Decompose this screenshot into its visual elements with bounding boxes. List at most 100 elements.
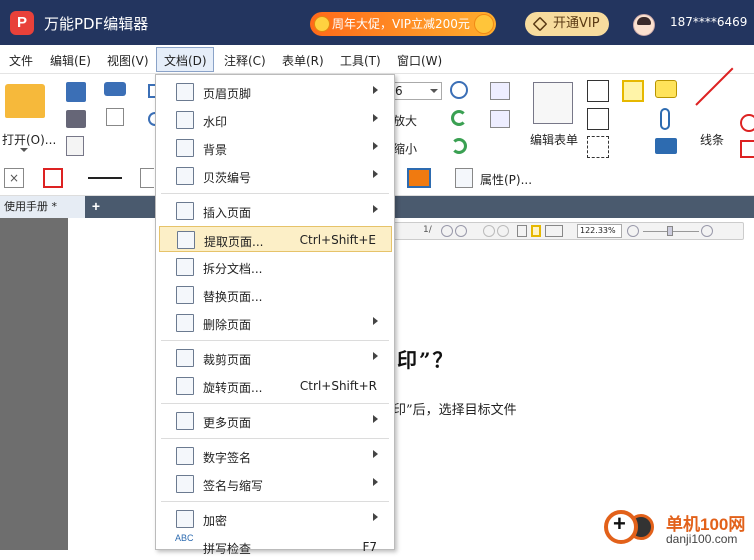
new-doc-icon[interactable]	[106, 108, 124, 126]
menu-comment[interactable]: 注释(C)	[224, 52, 266, 69]
menu-item-label: 加密	[203, 514, 228, 528]
menu-item-more-pages[interactable]: 更多页面	[159, 408, 392, 434]
edit-form-icon[interactable]	[533, 82, 573, 124]
line-style-icon[interactable]	[88, 177, 122, 179]
sound-icon[interactable]	[655, 138, 677, 154]
more-pages-icon	[176, 412, 194, 430]
menu-item-label: 水印	[203, 115, 228, 129]
menu-item-extract-page[interactable]: 提取页面... Ctrl+Shift+E	[159, 226, 392, 252]
menu-tools[interactable]: 工具(T)	[340, 52, 381, 69]
crop-page-icon	[176, 349, 194, 367]
menu-item-watermark[interactable]: 水印	[159, 107, 392, 133]
menu-form[interactable]: 表单(R)	[282, 52, 324, 69]
sign-pen-icon	[176, 475, 194, 493]
zoom-in-label[interactable]: 放大	[393, 112, 417, 129]
export-icon[interactable]	[66, 136, 84, 156]
menu-file[interactable]: 文件	[9, 52, 33, 69]
open-dropdown-icon[interactable]	[20, 148, 28, 152]
zoom-out-label[interactable]: 缩小	[393, 140, 417, 157]
menu-item-spell-check[interactable]: ABC 拼写检查 F7	[159, 533, 392, 560]
single-page-icon[interactable]	[517, 225, 527, 237]
menu-item-sign-initials[interactable]: 签名与缩写	[159, 471, 392, 497]
properties-label[interactable]: 属性(P)...	[480, 171, 532, 188]
user-name[interactable]: 187****6469	[670, 15, 747, 29]
open-folder-icon[interactable]	[5, 84, 45, 118]
menu-item-rotate-page[interactable]: 旋转页面... Ctrl+Shift+R	[159, 373, 392, 399]
callout-icon[interactable]	[587, 136, 609, 158]
fill-color-icon[interactable]	[407, 168, 431, 188]
promo-banner[interactable]: 周年大促，VIP立减200元	[310, 12, 496, 36]
zoom-in-small-icon[interactable]	[701, 225, 713, 237]
submenu-arrow-icon	[373, 352, 378, 360]
strikeout-icon[interactable]	[622, 108, 644, 130]
stroke-color-icon[interactable]	[43, 168, 63, 188]
add-text-icon[interactable]	[490, 110, 510, 128]
properties-icon[interactable]	[455, 168, 473, 188]
zoom-out-icon[interactable]	[627, 225, 639, 237]
menu-separator	[161, 501, 389, 502]
menu-bar: 文件 编辑(E) 视图(V) 文档(D) 注释(C) 表单(R) 工具(T) 窗…	[0, 45, 754, 74]
page-indicator[interactable]: 1/	[423, 225, 432, 235]
menu-item-header-footer[interactable]: 页眉页脚	[159, 79, 392, 105]
attach-icon[interactable]	[660, 108, 670, 130]
typewriter-icon[interactable]	[622, 80, 644, 102]
split-doc-icon	[176, 258, 194, 276]
menu-item-background[interactable]: 背景	[159, 135, 392, 161]
fit-page-icon[interactable]	[531, 225, 541, 237]
tab-manual[interactable]: 使用手册 *	[0, 196, 85, 218]
menu-document[interactable]: 文档(D)	[164, 52, 207, 69]
reload-icon[interactable]	[451, 138, 467, 154]
open-label[interactable]: 打开(O)...	[2, 131, 56, 148]
last-page-icon[interactable]	[455, 225, 467, 237]
print-icon[interactable]	[66, 110, 86, 128]
text-edit-icon[interactable]	[490, 82, 510, 100]
menu-item-replace-page[interactable]: 替换页面...	[159, 282, 392, 308]
menu-item-insert-page[interactable]: 插入页面	[159, 198, 392, 224]
refresh-icon[interactable]	[451, 110, 467, 126]
menu-item-split-doc[interactable]: 拆分文档...	[159, 254, 392, 280]
line-width-icon[interactable]	[140, 168, 154, 188]
menu-edit[interactable]: 编辑(E)	[50, 52, 91, 69]
menu-item-bates[interactable]: 贝茨编号	[159, 163, 392, 189]
vip-button[interactable]: 开通VIP	[525, 12, 609, 36]
avatar[interactable]	[633, 14, 655, 36]
forward-icon[interactable]	[497, 225, 509, 237]
menu-view[interactable]: 视图(V)	[107, 52, 149, 69]
submenu-arrow-icon	[373, 415, 378, 423]
zoom-field[interactable]: 122.33%	[577, 224, 622, 238]
submenu-arrow-icon	[373, 513, 378, 521]
menu-item-encrypt[interactable]: 加密	[159, 506, 392, 532]
menu-window[interactable]: 窗口(W)	[397, 52, 442, 69]
square-icon[interactable]	[740, 140, 754, 158]
edit-form-label[interactable]: 编辑表单	[530, 131, 578, 148]
menu-item-crop-page[interactable]: 裁剪页面	[159, 345, 392, 371]
add-tab-icon[interactable]: +	[89, 199, 103, 213]
underline-icon[interactable]	[622, 136, 644, 158]
zoom-combo[interactable]: 6	[392, 82, 442, 100]
text-box-icon[interactable]	[587, 108, 609, 130]
cloud-icon[interactable]	[104, 82, 126, 96]
close-icon[interactable]: ×	[4, 168, 24, 188]
back-icon[interactable]	[483, 225, 495, 237]
watermark-plus-icon	[604, 510, 638, 544]
next-page-icon[interactable]	[441, 225, 453, 237]
two-page-icon[interactable]	[545, 225, 563, 237]
menu-item-delete-page[interactable]: 删除页面	[159, 310, 392, 336]
insert-page-icon	[176, 202, 194, 220]
menu-item-label: 页眉页脚	[203, 87, 252, 101]
menu-item-label: 背景	[203, 143, 228, 157]
zoom-in-icon[interactable]	[450, 81, 468, 99]
circle-icon[interactable]	[740, 114, 754, 132]
menu-item-label: 旋转页面...	[203, 381, 263, 395]
menu-item-digital-signature[interactable]: 数字签名	[159, 443, 392, 469]
line-icon[interactable]	[695, 67, 734, 106]
gift-icon	[474, 14, 494, 34]
save-icon[interactable]	[66, 82, 86, 102]
header-footer-icon	[176, 83, 194, 101]
rotate-page-icon	[176, 377, 194, 395]
zoom-slider-thumb[interactable]	[667, 226, 673, 236]
line-label[interactable]: 线条	[700, 131, 724, 148]
coin-icon	[314, 16, 330, 32]
text-field-icon[interactable]	[587, 80, 609, 102]
note-icon[interactable]	[655, 80, 677, 98]
